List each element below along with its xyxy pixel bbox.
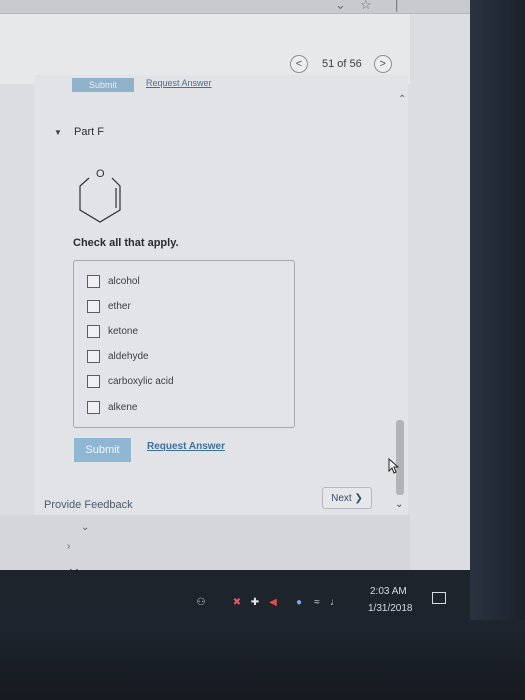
part-title[interactable]: Part F — [74, 126, 104, 138]
option-ketone[interactable]: ketone — [87, 325, 138, 338]
option-alcohol[interactable]: alcohol — [87, 275, 140, 288]
question-counter: 51 of 56 — [322, 58, 362, 70]
chevron-right-icon[interactable]: › — [67, 541, 70, 552]
option-label: aldehyde — [108, 351, 149, 362]
top-toolbar: ⌄ ☆ | — [0, 0, 470, 14]
assignment-header — [0, 14, 410, 84]
chevron-down-icon[interactable]: ⌄ — [81, 522, 89, 533]
option-label: alcohol — [108, 276, 140, 287]
option-alkene[interactable]: alkene — [87, 401, 137, 414]
option-label: ether — [108, 301, 131, 312]
option-label: alkene — [108, 402, 138, 413]
instruction-text: Check all that apply. — [73, 237, 179, 249]
provide-feedback-link[interactable]: Provide Feedback — [44, 499, 133, 511]
previous-request-answer-link[interactable]: Request Answer — [146, 78, 212, 88]
clock-time[interactable]: 2:03 AM — [370, 586, 407, 597]
clock-date[interactable]: 1/31/2018 — [368, 603, 413, 614]
option-ether[interactable]: ether — [87, 300, 131, 313]
pager: < 51 of 56 > — [290, 55, 392, 73]
scroll-up-icon[interactable]: ⌃ — [398, 94, 406, 105]
next-button[interactable]: Next ❯ — [322, 487, 372, 509]
checkbox[interactable] — [87, 350, 100, 363]
error-shield-icon[interactable]: ✖ — [231, 597, 243, 609]
system-tray: ⚇ ✖ ✚ ◀ ● ≈ ♩ — [195, 596, 347, 610]
bottom-panel — [0, 515, 410, 570]
option-label: ketone — [108, 326, 139, 337]
volume-icon[interactable]: ♩ — [329, 597, 341, 609]
checkbox[interactable] — [87, 375, 100, 388]
request-answer-link[interactable]: Request Answer — [147, 441, 225, 452]
wifi-icon[interactable]: ≈ — [311, 597, 323, 609]
prev-question-button[interactable]: < — [290, 55, 308, 73]
pipe-icon[interactable]: | — [395, 0, 398, 12]
scroll-down-icon[interactable]: ⌄ — [395, 499, 403, 510]
collapse-triangle-icon[interactable]: ▼ — [54, 128, 62, 137]
notification-icon[interactable] — [432, 592, 446, 604]
submit-button[interactable]: Submit — [74, 438, 131, 462]
browser-screen: ⌄ ☆ | < 51 of 56 > Submit Request Answer… — [0, 0, 470, 570]
star-icon[interactable]: ☆ — [360, 0, 372, 13]
oxygen-label: O — [96, 168, 105, 180]
chevron-down-icon[interactable]: ⌄ — [335, 0, 346, 13]
option-carboxylic-acid[interactable]: carboxylic acid — [87, 375, 174, 388]
app-icon[interactable]: ● — [293, 597, 305, 609]
people-icon[interactable]: ⚇ — [195, 597, 207, 609]
security-shield-icon[interactable]: ✚ — [249, 597, 261, 609]
mouse-cursor-icon — [388, 458, 400, 474]
back-arrow-icon[interactable]: ◀ — [267, 597, 279, 609]
monitor-bezel-right — [470, 0, 525, 700]
checkbox[interactable] — [87, 401, 100, 414]
monitor-bezel-bottom — [0, 620, 525, 700]
checkbox[interactable] — [87, 275, 100, 288]
options-box: alcohol ether ketone aldehyde carboxylic… — [73, 260, 295, 428]
option-label: carboxylic acid — [108, 376, 174, 387]
checkbox[interactable] — [87, 325, 100, 338]
option-aldehyde[interactable]: aldehyde — [87, 350, 149, 363]
checkbox[interactable] — [87, 300, 100, 313]
dihydropyran-structure: O — [79, 168, 121, 223]
next-question-button[interactable]: > — [373, 55, 392, 73]
previous-submit-button[interactable]: Submit — [72, 78, 134, 92]
